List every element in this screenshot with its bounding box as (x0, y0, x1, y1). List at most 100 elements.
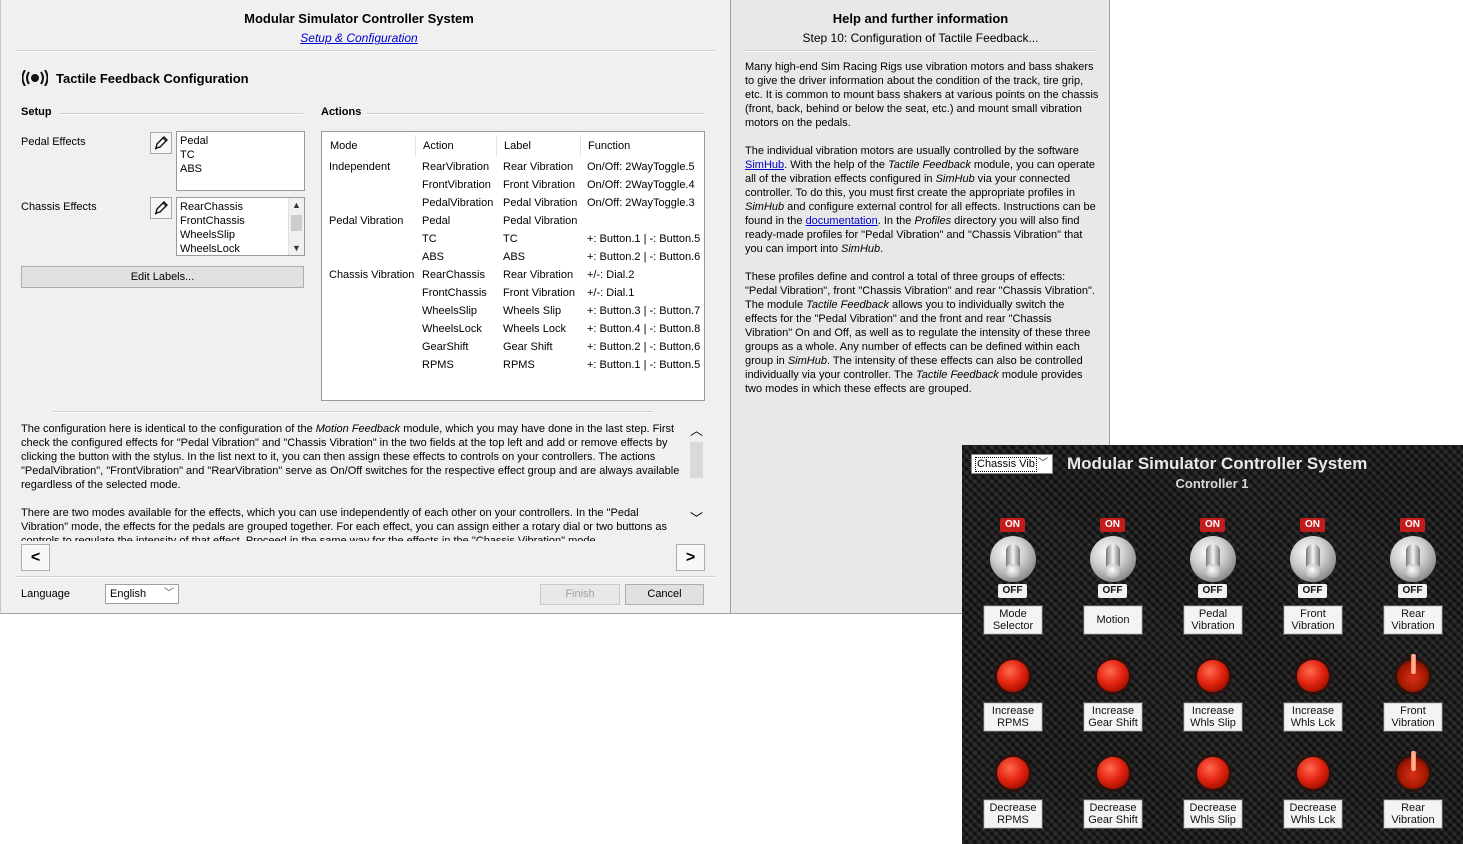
list-item[interactable]: WheelsLock (180, 242, 301, 255)
table-cell-label[interactable]: Front Vibration (503, 178, 575, 192)
table-cell-function[interactable]: +: Button.1 | -: Button.5 (587, 232, 700, 246)
table-cell-action[interactable]: RearChassis (422, 268, 485, 282)
push-button[interactable] (1297, 660, 1329, 692)
scroll-up-icon[interactable]: ▲ (289, 198, 304, 212)
next-step-button[interactable]: > (676, 544, 705, 571)
push-button[interactable] (1097, 660, 1129, 692)
control-label-line: Selector (992, 620, 1034, 632)
table-cell-action[interactable]: RPMS (422, 358, 454, 372)
table-cell-label[interactable]: Gear Shift (503, 340, 553, 354)
table-cell-action[interactable]: PedalVibration (422, 196, 493, 210)
table-cell-label[interactable]: Wheels Slip (503, 304, 561, 318)
push-button[interactable] (997, 660, 1029, 692)
table-cell-action[interactable]: WheelsLock (422, 322, 482, 336)
toggle-switch[interactable]: ON OFF (1388, 518, 1438, 598)
edit-pedal-effects-button[interactable] (150, 132, 172, 154)
table-cell-label[interactable]: ABS (503, 250, 525, 264)
table-cell-label[interactable]: Front Vibration (503, 286, 575, 300)
control-label-line: Whls Lck (1290, 717, 1336, 729)
table-cell-function[interactable]: +/-: Dial.1 (587, 286, 634, 300)
description-scrollbar[interactable]: ︿ ﹀ (688, 406, 705, 541)
toggle-switch[interactable]: ON OFF (988, 518, 1038, 598)
toggle-switch[interactable]: ON OFF (1088, 518, 1138, 598)
table-cell-action[interactable]: TC (422, 232, 437, 246)
table-cell-label[interactable]: TC (503, 232, 518, 246)
table-cell-function[interactable]: +/-: Dial.2 (587, 268, 634, 282)
push-button[interactable] (1197, 660, 1229, 692)
help-paragraph: These profiles define and control a tota… (745, 271, 1095, 395)
cancel-button[interactable]: Cancel (625, 584, 704, 605)
column-header-function[interactable]: Function (581, 135, 703, 157)
list-item[interactable]: WheelsSlip (180, 228, 301, 242)
chassis-list-scrollbar[interactable]: ▲ ▼ (288, 198, 304, 255)
table-cell-function[interactable]: On/Off: 2WayToggle.3 (587, 196, 695, 210)
scroll-thumb[interactable] (690, 442, 703, 478)
push-button[interactable] (997, 757, 1029, 789)
table-cell-function[interactable]: On/Off: 2WayToggle.4 (587, 178, 695, 192)
table-cell-label[interactable]: Wheels Lock (503, 322, 566, 336)
language-select[interactable]: English ﹀ (105, 584, 179, 604)
table-cell-action[interactable]: ABS (422, 250, 444, 264)
list-item[interactable]: FrontChassis (180, 214, 301, 228)
list-item[interactable]: Pedal (180, 134, 301, 148)
table-cell-function[interactable]: +: Button.2 | -: Button.6 (587, 250, 700, 264)
edit-labels-button[interactable]: Edit Labels... (21, 266, 304, 288)
toggle-switch[interactable]: ON OFF (1188, 518, 1238, 598)
chevron-down-icon[interactable]: ﹀ (690, 508, 703, 527)
pedal-effects-label: Pedal Effects (21, 136, 86, 148)
table-cell-function[interactable]: +: Button.4 | -: Button.8 (587, 322, 700, 336)
controller-subtitle: Controller 1 (1175, 476, 1249, 491)
help-text: Many high-end Sim Racing Rigs use vibrat… (745, 60, 1099, 410)
table-cell-label[interactable]: RPMS (503, 358, 535, 372)
table-cell-mode[interactable]: Independent (329, 160, 390, 174)
control-label: Rear Vibration (1383, 799, 1443, 829)
table-cell-action[interactable]: Pedal (422, 214, 450, 228)
scroll-thumb[interactable] (291, 215, 302, 231)
table-cell-action[interactable]: WheelsSlip (422, 304, 477, 318)
push-button[interactable] (1097, 757, 1129, 789)
list-item[interactable]: TC (180, 148, 301, 162)
table-cell-action[interactable]: GearShift (422, 340, 468, 354)
description-panel: The configuration here is identical to t… (16, 406, 705, 541)
table-cell-action[interactable]: FrontVibration (422, 178, 491, 192)
edit-chassis-effects-button[interactable] (150, 197, 172, 219)
table-cell-label[interactable]: Pedal Vibration (503, 196, 577, 210)
table-cell-label[interactable]: Rear Vibration (503, 268, 573, 282)
table-cell-mode[interactable]: Pedal Vibration (329, 214, 403, 228)
control-label: Mode Selector (983, 605, 1043, 635)
table-cell-label[interactable]: Rear Vibration (503, 160, 573, 174)
table-cell-function[interactable]: +: Button.3 | -: Button.7 (587, 304, 700, 318)
table-cell-function[interactable]: On/Off: 2WayToggle.5 (587, 160, 695, 174)
table-cell-action[interactable]: RearVibration (422, 160, 489, 174)
finish-button[interactable]: Finish (540, 584, 620, 605)
table-cell-label[interactable]: Pedal Vibration (503, 214, 577, 228)
scroll-down-icon[interactable]: ▼ (289, 241, 304, 255)
rotary-dial[interactable] (1397, 654, 1429, 692)
rotary-dial[interactable] (1397, 751, 1429, 789)
mode-select[interactable]: Chassis Vib ﹀ (971, 454, 1053, 474)
control-label: Decrease RPMS (983, 799, 1043, 829)
table-cell-action[interactable]: FrontChassis (422, 286, 487, 300)
toggle-on-label: ON (1200, 518, 1225, 532)
column-header-action[interactable]: Action (416, 135, 497, 157)
column-header-mode[interactable]: Mode (323, 135, 416, 157)
table-cell-function[interactable]: +: Button.1 | -: Button.5 (587, 358, 700, 372)
chassis-effects-list[interactable]: RearChassis FrontChassis WheelsSlip Whee… (176, 197, 305, 256)
push-button[interactable] (1197, 757, 1229, 789)
chevron-up-icon[interactable]: ︿ (690, 420, 703, 439)
list-item[interactable]: ABS (180, 162, 301, 176)
setup-configuration-link[interactable]: Setup & Configuration (1, 31, 717, 45)
control-label: Increase Whls Slip (1183, 702, 1243, 732)
pedal-effects-list[interactable]: Pedal TC ABS (176, 131, 305, 191)
actions-table[interactable]: Mode Action Label Function Independent Re… (321, 131, 705, 401)
toggle-switch[interactable]: ON OFF (1288, 518, 1338, 598)
table-cell-function[interactable]: +: Button.2 | -: Button.6 (587, 340, 700, 354)
documentation-link[interactable]: documentation (806, 215, 878, 227)
list-item[interactable]: RearChassis (180, 200, 301, 214)
simhub-link[interactable]: SimHub (745, 159, 784, 171)
column-header-label[interactable]: Label (497, 135, 581, 157)
step-title: Tactile Feedback Configuration (56, 71, 249, 86)
previous-step-button[interactable]: < (21, 544, 50, 571)
table-cell-mode[interactable]: Chassis Vibration (329, 268, 414, 282)
push-button[interactable] (1297, 757, 1329, 789)
